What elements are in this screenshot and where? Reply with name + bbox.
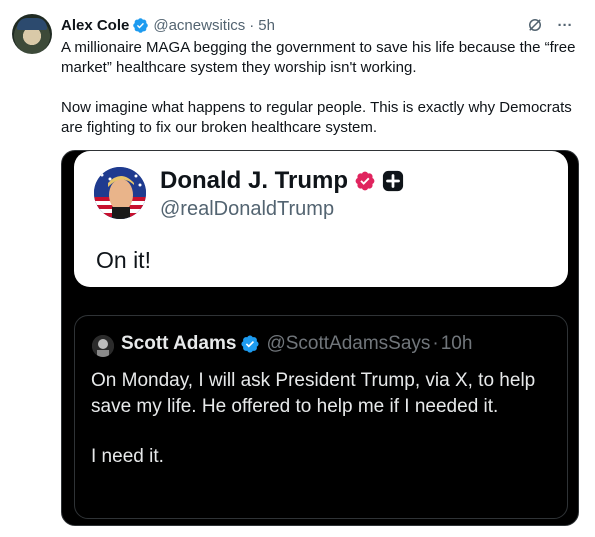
separator-dot: · xyxy=(249,16,255,34)
adams-paragraph: I need it. xyxy=(91,446,164,467)
timestamp[interactable]: 5h xyxy=(258,17,275,34)
adams-name: Scott Adams xyxy=(121,333,237,354)
grok-icon[interactable] xyxy=(525,15,545,35)
adams-handle: @ScottAdamsSays xyxy=(266,333,431,354)
adams-paragraph: On Monday, I will ask President Trump, v… xyxy=(91,370,536,417)
trump-name-row: Donald J. Trump xyxy=(160,167,404,195)
adams-header: Scott Adams @ScottAdamsSays · 10h xyxy=(121,333,472,355)
tweet-paragraph: A millionaire MAGA begging the governmen… xyxy=(61,39,576,76)
avatar-hat xyxy=(17,18,47,30)
adams-post-card: Scott Adams @ScottAdamsSays · 10h On Mon… xyxy=(74,315,568,519)
tweet[interactable]: Alex Cole @acnewsitics · 5h ··· A millio… xyxy=(0,0,595,537)
more-icon[interactable]: ··· xyxy=(555,15,575,35)
truth-verified-icon xyxy=(355,171,375,191)
avatar[interactable] xyxy=(12,14,52,54)
trump-handle: @realDonaldTrump xyxy=(160,198,335,220)
tweet-actions: ··· xyxy=(525,15,575,35)
author-handle[interactable]: @acnewsitics xyxy=(153,17,245,34)
trump-post-text: On it! xyxy=(96,247,151,273)
adams-avatar xyxy=(92,335,114,357)
trump-avatar xyxy=(94,167,146,219)
trump-name: Donald J. Trump xyxy=(160,167,349,194)
tweet-header: Alex Cole @acnewsitics · 5h ··· xyxy=(61,15,575,35)
adams-post-text: On Monday, I will ask President Trump, v… xyxy=(91,368,561,494)
tweet-text: A millionaire MAGA begging the governmen… xyxy=(61,38,581,158)
adams-timestamp: 10h xyxy=(440,333,473,354)
verified-badge-icon xyxy=(241,335,259,353)
author-name[interactable]: Alex Cole xyxy=(61,17,129,34)
tweet-image[interactable]: Donald J. Trump @realDonaldTrump On it! xyxy=(61,150,579,526)
trump-post-card: Donald J. Trump @realDonaldTrump On it! xyxy=(74,151,568,287)
separator-dot: · xyxy=(432,333,439,354)
verified-badge-icon xyxy=(133,17,149,33)
tweet-paragraph: Now imagine what happens to regular peop… xyxy=(61,99,572,136)
truth-plus-icon xyxy=(382,170,404,192)
